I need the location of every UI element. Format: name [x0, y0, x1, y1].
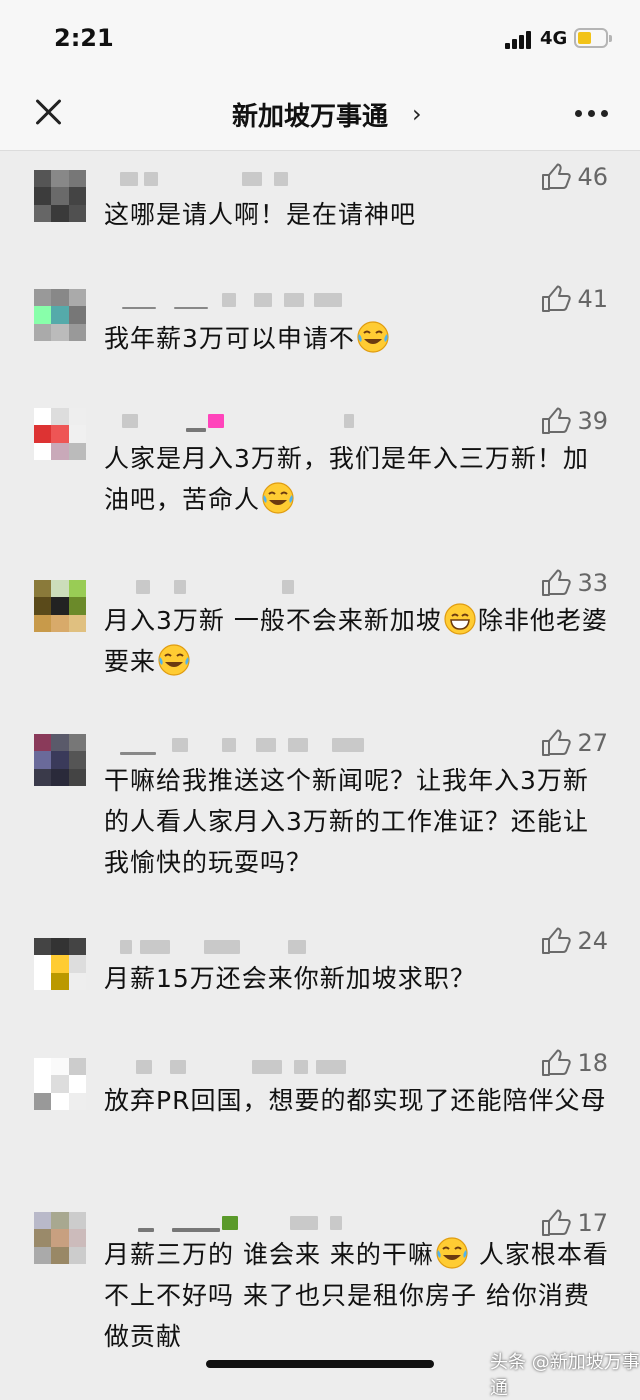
nickname-blurred — [104, 289, 384, 309]
like-count: 41 — [577, 285, 608, 313]
like-count: 46 — [577, 163, 608, 191]
comment-text: 这哪是请人啊！是在请神吧 — [104, 200, 417, 229]
thumbs-up-icon — [541, 569, 571, 597]
like-button[interactable]: 24 — [541, 926, 608, 956]
like-button[interactable]: 18 — [541, 1048, 608, 1078]
avatar[interactable] — [34, 1212, 86, 1264]
thumbs-up-icon — [541, 285, 571, 313]
signal-icon — [505, 31, 533, 49]
nickname-blurred — [104, 1056, 384, 1076]
like-button[interactable]: 33 — [541, 568, 608, 598]
like-count: 17 — [577, 1209, 608, 1237]
nickname-blurred — [104, 936, 384, 956]
avatar[interactable] — [34, 580, 86, 632]
thumbs-up-icon — [541, 163, 571, 191]
thumbs-up-icon — [541, 729, 571, 757]
like-button[interactable]: 41 — [541, 284, 608, 314]
comment-text: 干嘛给我推送这个新闻呢？让我年入3万新的人看人家月入3万新的工作准证？还能让我愉… — [104, 766, 589, 877]
like-count: 18 — [577, 1049, 608, 1077]
comment-text: 月入3万新 一般不会来新加坡 除非他老婆要来 — [104, 600, 614, 682]
comment-text: 月薪15万还会来你新加坡求职？ — [104, 964, 476, 993]
like-count: 27 — [577, 729, 608, 757]
status-bar: 2:21 4G — [0, 0, 640, 76]
page-title[interactable]: 新加坡万事通 — [232, 96, 388, 133]
like-count: 33 — [577, 569, 608, 597]
thumbs-up-icon — [541, 1209, 571, 1237]
battery-icon — [574, 28, 612, 48]
thumbs-up-icon — [541, 407, 571, 435]
thumbs-up-icon — [541, 927, 571, 955]
nickname-blurred — [104, 576, 384, 596]
laugh-cry-emoji-icon — [435, 1236, 469, 1270]
avatar[interactable] — [34, 734, 86, 786]
comment-text: 月薪三万的 谁会来 来的干嘛 人家根本看不上不好吗 来了也只是租你房子 给你消费… — [104, 1234, 614, 1357]
avatar[interactable] — [34, 289, 86, 341]
watermark: 头条 @新加坡万事通 — [490, 1352, 640, 1399]
like-count: 24 — [577, 927, 608, 955]
more-icon[interactable] — [575, 110, 609, 118]
like-button[interactable]: 46 — [541, 162, 608, 192]
laugh-cry-emoji-icon — [261, 481, 295, 515]
nav-bar: 新加坡万事通 › — [0, 76, 640, 151]
laugh-cry-emoji-icon — [356, 320, 390, 354]
avatar[interactable] — [34, 938, 86, 990]
status-time: 2:21 — [54, 24, 114, 52]
thumbs-up-icon — [541, 1049, 571, 1077]
avatar[interactable] — [34, 408, 86, 460]
chevron-right-icon[interactable]: › — [412, 100, 422, 128]
comment-text: 人家是月入3万新，我们是年入三万新！加油吧，苦命人 — [104, 444, 589, 515]
nickname-blurred — [104, 168, 384, 188]
grin-emoji-icon — [443, 602, 477, 636]
like-button[interactable]: 27 — [541, 728, 608, 758]
like-button[interactable]: 39 — [541, 406, 608, 436]
avatar[interactable] — [34, 1058, 86, 1110]
comment-text: 我年薪3万可以申请不 — [104, 318, 614, 359]
nickname-blurred — [104, 410, 384, 432]
network-type: 4G — [540, 28, 568, 49]
close-icon[interactable] — [34, 97, 64, 127]
comment-text: 放弃PR回国，想要的都实现了还能陪伴父母 — [104, 1086, 607, 1115]
laugh-cry-emoji-icon — [157, 643, 191, 677]
home-indicator[interactable] — [206, 1360, 434, 1368]
nickname-blurred — [104, 734, 384, 755]
avatar[interactable] — [34, 170, 86, 222]
like-count: 39 — [577, 407, 608, 435]
nickname-blurred — [104, 1212, 384, 1232]
